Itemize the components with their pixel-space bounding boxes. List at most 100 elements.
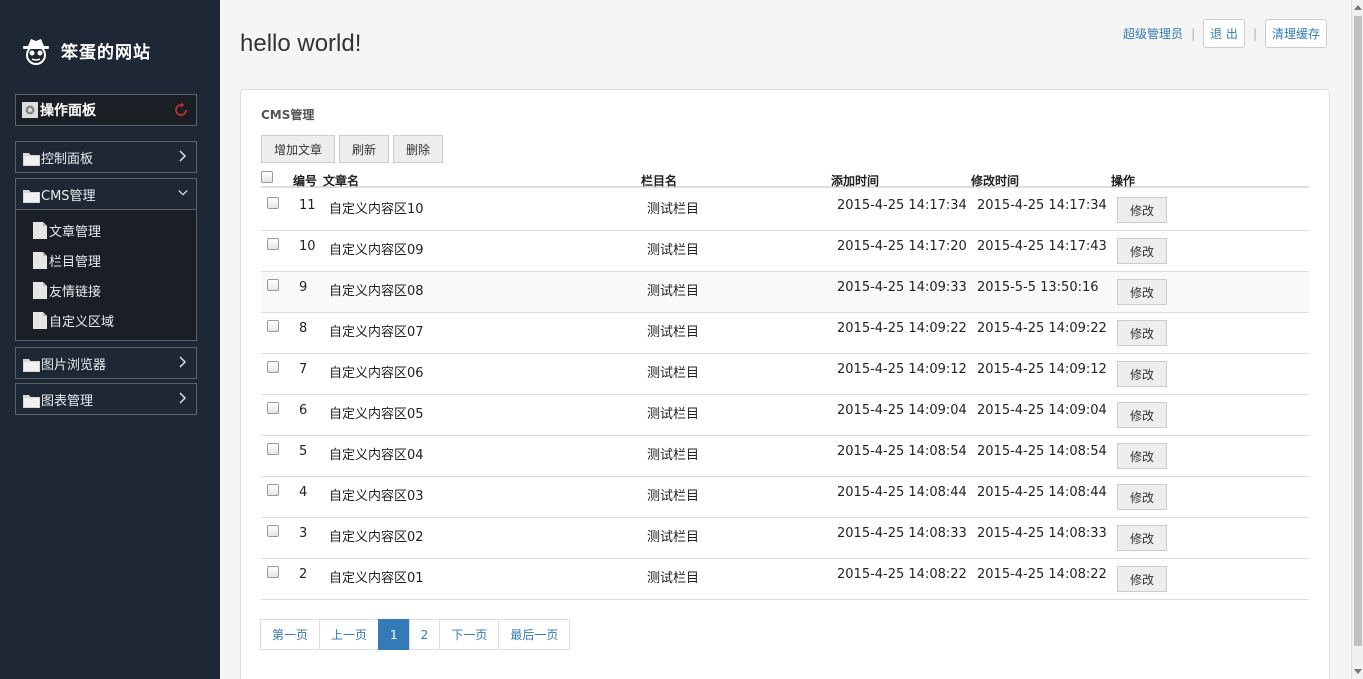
sidebar-subitem-articles[interactable]: 文章管理 [33,220,101,240]
cell-modified-time: 2015-4-25 14:08:33 [977,526,1107,541]
row-checkbox[interactable] [267,443,279,455]
cell-modified-time: 2015-4-25 14:08:44 [977,485,1107,500]
edit-button[interactable]: 修改 [1117,238,1167,264]
cell-added-time: 2015-4-25 14:09:22 [837,321,967,336]
page-link-1[interactable]: 1 [378,619,410,650]
panel-title: CMS管理 [261,108,315,122]
header-added: 添加时间 [831,174,880,188]
cell-added-time: 2015-4-25 14:17:34 [837,198,967,213]
cell-column-name: 测试栏目 [647,284,700,299]
prev-page-link[interactable]: 上一页 [319,619,380,650]
page-title: hello world! [240,30,362,57]
refresh-icon[interactable] [172,101,190,119]
cell-column-name: 测试栏目 [647,448,700,463]
table-row: 10 自定义内容区09 测试栏目 2015-4-25 14:17:20 2015-4-2… [261,231,1309,272]
cell-added-time: 2015-4-25 14:09:04 [837,403,967,418]
row-checkbox[interactable] [267,279,279,291]
cell-added-time: 2015-4-25 14:17:20 [837,239,967,254]
chevron-right-icon [179,150,187,162]
cell-article-name: 自定义内容区02 [329,530,424,545]
row-checkbox[interactable] [267,238,279,250]
table-row: 3 自定义内容区02 测试栏目 2015-4-25 14:08:33 2015-4-25… [261,518,1309,559]
scroll-down-arrow-icon[interactable] [1354,669,1362,674]
cell-article-name: 自定义内容区06 [329,366,424,381]
panel-header: 操作面板 [15,94,197,126]
scroll-up-arrow-icon[interactable] [1354,5,1362,10]
edit-button[interactable]: 修改 [1117,525,1167,551]
first-page-link[interactable]: 第一页 [260,619,321,650]
edit-button[interactable]: 修改 [1117,484,1167,510]
page-link-2[interactable]: 2 [408,619,441,650]
spy-logo-icon [23,39,49,65]
sidebar-subitem-links[interactable]: 友情链接 [33,280,101,300]
delete-button[interactable]: 删除 [393,135,444,163]
cell-id: 11 [299,198,316,213]
sidebar-subitem-custom-area[interactable]: 自定义区域 [33,310,114,330]
sidebar-item-label: 图片浏览器 [41,357,107,373]
separator: | [1252,26,1257,41]
row-checkbox[interactable] [267,361,279,373]
table-row: 7 自定义内容区06 测试栏目 2015-4-25 14:09:12 2015-4-25… [261,354,1309,395]
cell-article-name: 自定义内容区01 [329,571,424,586]
cell-column-name: 测试栏目 [647,366,700,381]
sidebar-item-dashboard[interactable]: 控制面板 [15,141,197,173]
sidebar-subitem-columns[interactable]: 栏目管理 [33,250,101,270]
cell-modified-time: 2015-4-25 14:17:34 [977,198,1107,213]
refresh-button[interactable]: 刷新 [339,135,390,163]
sidebar-item-cms[interactable]: CMS管理 [15,178,197,210]
scrollbar-thumb[interactable] [1354,16,1362,646]
edit-button[interactable]: 修改 [1117,566,1167,592]
cell-column-name: 测试栏目 [647,571,700,586]
table-row: 5 自定义内容区04 测试栏目 2015-4-25 14:08:54 2015-4-25… [261,436,1309,477]
row-checkbox[interactable] [267,197,279,209]
last-page-link[interactable]: 最后一页 [498,619,571,650]
cell-modified-time: 2015-5-5 13:50:16 [977,280,1099,295]
edit-button[interactable]: 修改 [1117,402,1167,428]
pagination: 第一页 上一页 1 2 下一页 最后一页 [260,619,571,650]
logout-button[interactable]: 退 出 [1203,19,1245,48]
cell-article-name: 自定义内容区05 [329,407,424,422]
edit-button[interactable]: 修改 [1117,197,1167,223]
brand[interactable]: 笨蛋的网站 [20,32,151,68]
row-checkbox[interactable] [267,525,279,537]
user-link[interactable]: 超级管理员 [1123,25,1183,42]
header-links: 超级管理员 | 退 出 | 清理缓存 [1123,19,1327,48]
cell-article-name: 自定义内容区09 [329,243,424,258]
cell-id: 4 [299,485,308,500]
header-column: 栏目名 [641,174,678,188]
select-all-checkbox[interactable] [261,171,273,183]
cell-id: 6 [299,403,308,418]
scrollbar[interactable] [1351,0,1363,679]
cell-article-name: 自定义内容区03 [329,489,424,504]
cell-modified-time: 2015-4-25 14:09:04 [977,403,1107,418]
sidebar-item-label: 控制面板 [41,151,94,167]
chevron-down-icon [178,190,188,196]
row-checkbox[interactable] [267,566,279,578]
document-icon [33,221,47,239]
sidebar-item-chart-manage[interactable]: 图表管理 [15,383,197,415]
clear-cache-button[interactable]: 清理缓存 [1264,19,1327,48]
cell-id: 5 [299,444,308,459]
add-article-button[interactable]: 增加文章 [261,135,336,163]
cell-article-name: 自定义内容区10 [329,202,424,217]
sidebar-subitem-label: 栏目管理 [49,254,102,270]
sidebar-item-image-browser[interactable]: 图片浏览器 [15,347,197,379]
folder-icon [23,152,40,166]
row-checkbox[interactable] [267,484,279,496]
next-page-link[interactable]: 下一页 [439,619,500,650]
cell-column-name: 测试栏目 [647,202,700,217]
edit-button[interactable]: 修改 [1117,443,1167,469]
row-checkbox[interactable] [267,402,279,414]
table-header: 编号 文章名 栏目名 添加时间 修改时间 操作 [261,171,1309,188]
cell-added-time: 2015-4-25 14:08:22 [837,567,967,582]
edit-button[interactable]: 修改 [1117,361,1167,387]
cell-added-time: 2015-4-25 14:09:12 [837,362,967,377]
cell-modified-time: 2015-4-25 14:08:54 [977,444,1107,459]
edit-button[interactable]: 修改 [1117,279,1167,305]
cms-panel: CMS管理 增加文章 刷新 删除 编号 文章名 栏目名 添加时间 修改时间 操作… [240,89,1330,679]
chevron-right-icon [179,392,187,404]
document-icon [33,251,47,269]
folder-icon [23,189,40,203]
row-checkbox[interactable] [267,320,279,332]
edit-button[interactable]: 修改 [1117,320,1167,346]
